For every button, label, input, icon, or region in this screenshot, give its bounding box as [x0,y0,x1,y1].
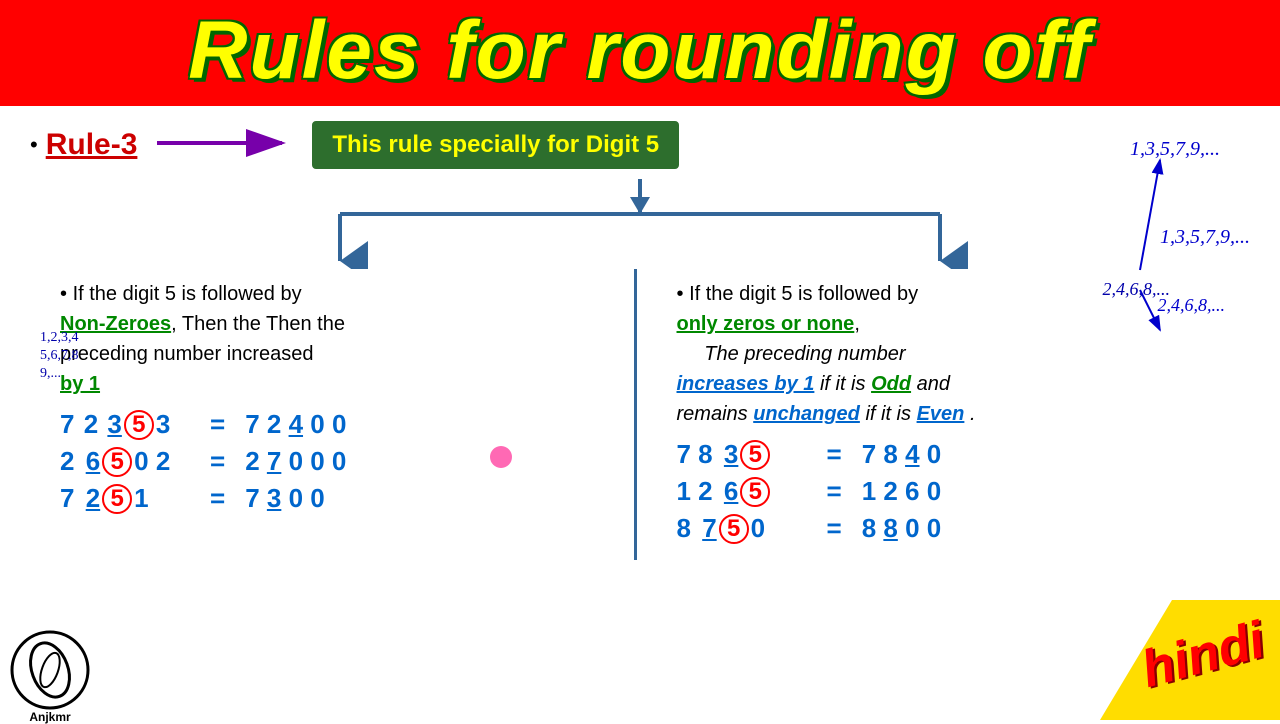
left-line2: , Then the [171,313,261,335]
rule-row: • Rule-3 This rule specially for Digit 5 [30,121,1250,169]
right-highlight5: Even [917,403,965,425]
branch-diagram [30,179,1250,269]
digit-red-circle-r1: 5 [740,440,770,470]
rule-box: This rule specially for Digit 5 [312,121,679,169]
odd-note: 1,3,5,7,9,... [1160,226,1250,249]
right-italic: The preceding number [677,343,906,365]
math-num-1-right: 7 8 3 5 [677,439,807,470]
col-left: 1,2,3,45,6,7,89,... • If the digit 5 is … [30,269,637,560]
right-rule-text: • If the digit 5 is followed by only zer… [677,279,1231,429]
logo-text: Anjkmr [10,710,90,724]
cursor-dot [490,446,512,468]
math-num-3-right: 8 7 5 0 [677,513,807,544]
math-example-1-left: 7 2 3 5 3 = 7 2 4 0 0 [60,409,614,440]
math-num-3-left: 7 2 5 1 [60,483,190,514]
left-bullet: • [60,283,73,305]
right-highlight2: increases by 1 [677,373,815,395]
hindi-label: hindi [1135,610,1270,700]
digit-red-circle-r2: 5 [740,477,770,507]
left-line1: If the digit 5 is followed by [73,283,302,305]
page-title: Rules for rounding off [188,5,1091,96]
hindi-badge: hindi [1100,600,1280,720]
rule-box-text: This rule specially for Digit 5 [332,131,659,158]
even-sequence-note: 2,4,6,8,... [1158,295,1226,316]
math-example-1-right: 7 8 3 5 = 7 8 4 0 [677,439,1231,470]
digit-red-circle-2: 5 [102,447,132,477]
digit-red-circle-3: 5 [102,484,132,514]
left-annotation: 1,2,3,45,6,7,89,... [40,329,79,384]
left-line4: preceding number increased [60,343,314,365]
right-highlight4: unchanged [753,403,860,425]
logo: Anjkmr [10,630,90,710]
right-bullet: • [677,283,690,305]
title-bar: Rules for rounding off [0,0,1280,106]
right-highlight1: only zeros or none [677,313,855,335]
left-line3: Then the [261,313,345,335]
math-example-2-left: 2 6 5 0 2 = 2 7 0 0 0 [60,446,614,477]
bullet: • [30,132,38,158]
math-example-3-left: 7 2 5 1 = 7 3 0 0 [60,483,614,514]
math-example-3-right: 8 7 5 0 = 8 8 0 0 [677,513,1231,544]
right-highlight3: Odd [871,373,911,395]
digit-red-circle-1: 5 [124,410,154,440]
two-columns: 1,2,3,45,6,7,89,... • If the digit 5 is … [30,269,1250,560]
arrow-right-icon [157,128,297,163]
math-num-1-left: 7 2 3 5 3 [60,409,190,440]
math-num-2-right: 1 2 6 5 [677,476,807,507]
digit-red-circle-r3: 5 [719,514,749,544]
left-rule-text: • If the digit 5 is followed by Non-Zero… [60,279,614,399]
rule-label: Rule-3 [46,128,138,162]
main-content: • Rule-3 This rule specially for Digit 5… [0,106,1280,570]
odd-sequence-note: 1,3,5,7,9,... [1130,138,1220,161]
math-example-2-right: 1 2 6 5 = 1 2 6 0 [677,476,1231,507]
right-line1: If the digit 5 is followed by [689,283,918,305]
math-num-2-left: 2 6 5 0 2 [60,446,190,477]
